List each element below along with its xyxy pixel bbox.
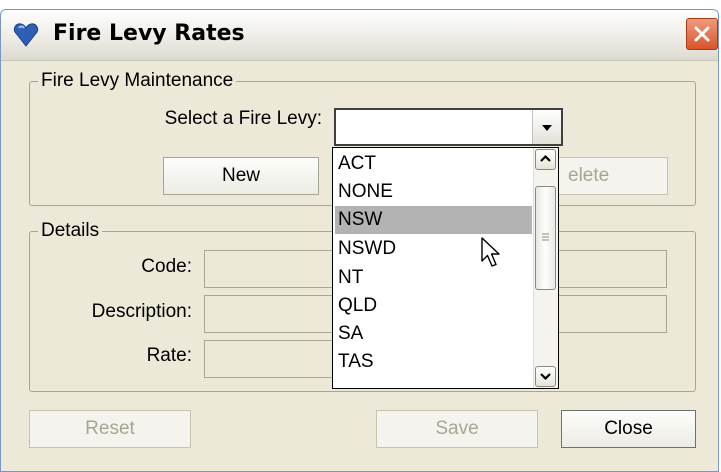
dropdown-option[interactable]: NONE — [335, 178, 532, 206]
chevron-down-icon — [542, 125, 552, 131]
select-fire-levy-label: Select a Fire Levy: — [164, 108, 322, 129]
heart-icon — [13, 22, 39, 48]
new-button[interactable]: New — [163, 157, 319, 195]
description-field-right — [558, 295, 667, 333]
scroll-up-button[interactable] — [535, 149, 556, 170]
dropdown-option-highlighted[interactable]: NSW — [335, 206, 532, 234]
chevron-down-icon — [540, 373, 551, 381]
scroll-down-button[interactable] — [535, 366, 556, 387]
grip-icon — [542, 233, 549, 241]
delete-button-label: elete — [568, 165, 610, 186]
code-field-right — [558, 250, 667, 288]
fire-levy-select[interactable] — [334, 108, 563, 146]
code-field[interactable] — [204, 250, 334, 288]
dropdown-option[interactable]: TAS — [335, 348, 532, 376]
close-icon — [694, 26, 710, 42]
description-label: Description: — [91, 301, 192, 322]
scroll-thumb[interactable] — [535, 186, 556, 290]
description-field[interactable] — [204, 295, 334, 333]
rate-field[interactable] — [204, 340, 334, 378]
dropdown-option[interactable]: QLD — [335, 292, 532, 320]
title-bar[interactable]: Fire Levy Rates — [1, 10, 718, 61]
maintenance-legend: Fire Levy Maintenance — [38, 70, 237, 92]
fire-levy-dropdown-list[interactable]: ACT NONE NSW NSWD NT QLD SA TAS — [332, 147, 559, 389]
reset-button[interactable]: Reset — [29, 410, 191, 448]
code-label: Code: — [141, 256, 192, 277]
fire-levy-rates-window: Fire Levy Rates Fire Levy Maintenance Se… — [0, 9, 719, 472]
dropdown-scrollbar[interactable] — [533, 148, 558, 388]
close-button[interactable]: Close — [561, 410, 696, 448]
dropdown-option[interactable]: ACT — [335, 150, 532, 178]
window-title: Fire Levy Rates — [53, 21, 245, 46]
dropdown-button[interactable] — [532, 110, 561, 144]
dropdown-option[interactable]: SA — [335, 320, 532, 348]
details-legend: Details — [38, 220, 103, 242]
chevron-up-icon — [540, 154, 551, 162]
rate-label: Rate: — [146, 345, 192, 366]
pointer-cursor-icon — [481, 237, 503, 276]
save-button[interactable]: Save — [376, 410, 538, 448]
close-window-button[interactable] — [686, 18, 718, 50]
